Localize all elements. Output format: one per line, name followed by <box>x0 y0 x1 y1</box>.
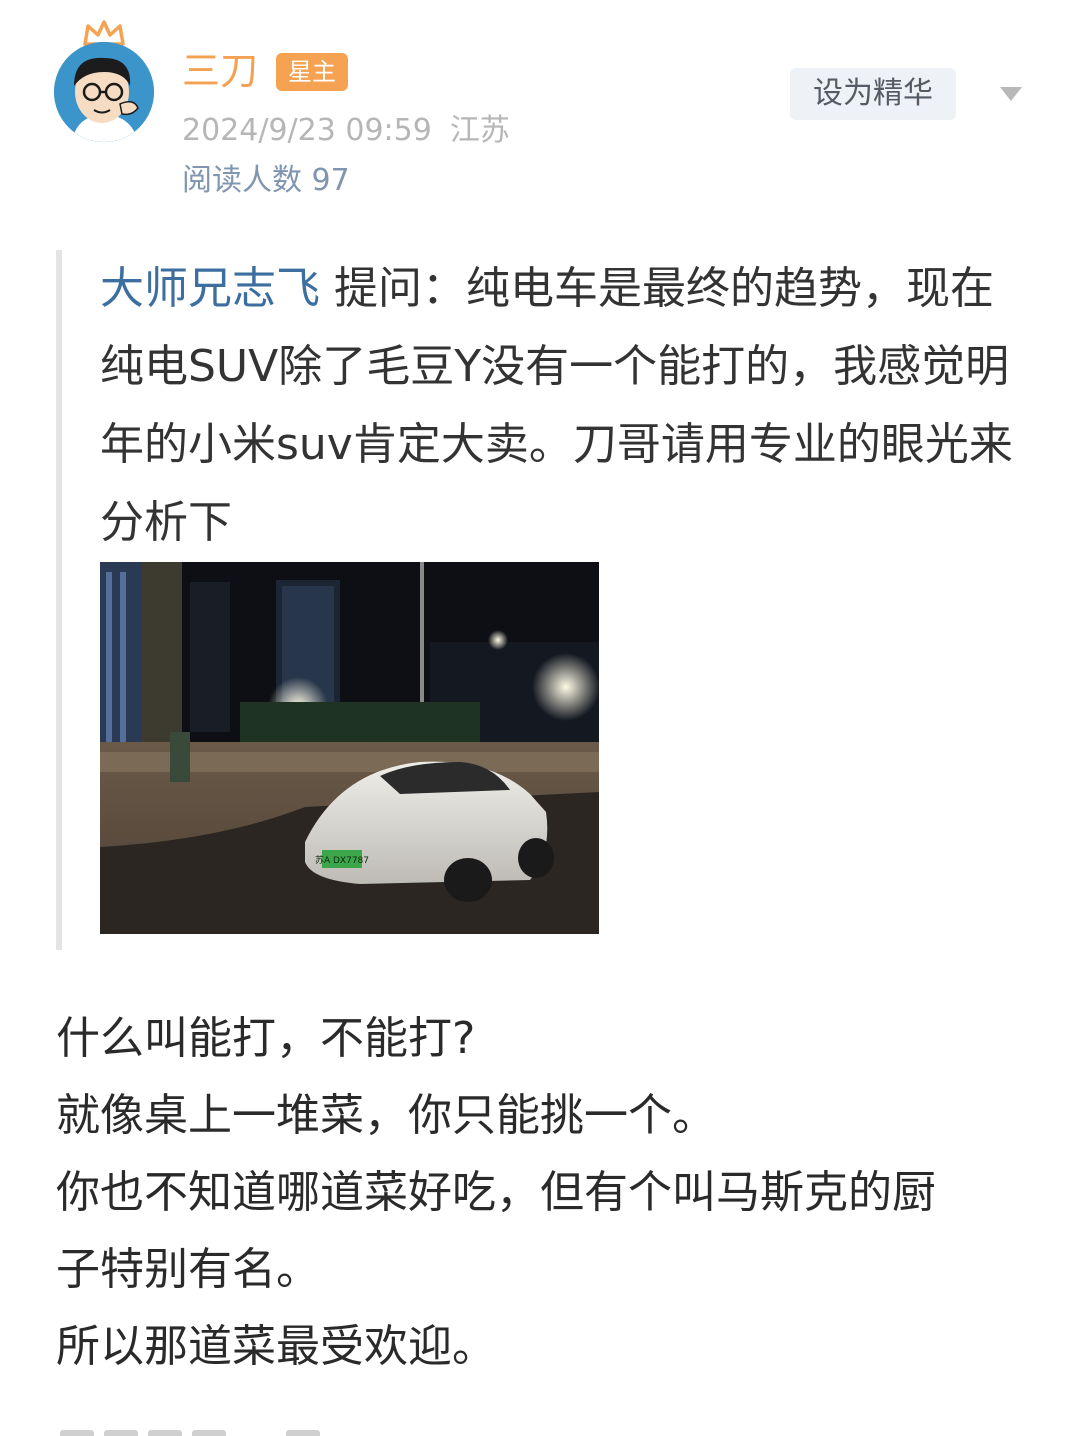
cut-off-glyph <box>60 1430 94 1436</box>
author-name[interactable]: 三刀 <box>182 48 258 94</box>
owner-badge: 星主 <box>276 53 348 91</box>
answer-line: 子特别有名。 <box>56 1244 320 1295</box>
question-photo[interactable]: 苏A DX7787 <box>100 562 599 934</box>
answer-line: 什么叫能打，不能打? <box>56 1013 476 1064</box>
plate-text: 苏A DX7787 <box>315 854 369 866</box>
cut-off-glyph <box>192 1430 226 1436</box>
answer-text: 什么叫能打，不能打? 就像桌上一堆菜，你只能挑一个。 你也不知道哪道菜好吃，但有… <box>56 1000 1036 1385</box>
asker-name[interactable]: 大师兄志飞 <box>100 263 320 314</box>
cut-off-glyph <box>286 1430 320 1436</box>
cut-off-text <box>56 1418 356 1436</box>
photo-icon: 苏A DX7787 <box>100 562 599 934</box>
avatar-image <box>54 42 154 142</box>
answer-line: 就像桌上一堆菜，你只能挑一个。 <box>56 1090 716 1141</box>
answer-line: 你也不知道哪道菜好吃，但有个叫马斯克的厨 <box>56 1167 936 1218</box>
post-datetime: 2024/9/23 09:59 <box>182 113 432 148</box>
cut-off-glyph <box>148 1430 182 1436</box>
read-count[interactable]: 阅读人数 97 <box>182 162 350 200</box>
avatar[interactable] <box>54 20 154 144</box>
chevron-down-icon[interactable] <box>998 84 1024 104</box>
cut-off-glyph <box>104 1430 138 1436</box>
answer-line: 所以那道菜最受欢迎。 <box>56 1321 496 1372</box>
set-digest-button[interactable]: 设为精华 <box>790 68 956 120</box>
question-quote: 大师兄志飞 提问：纯电车是最终的趋势，现在纯电SUV除了毛豆Y没有一个能打的，我… <box>56 250 1032 950</box>
post-meta: 2024/9/23 09:59 江苏 <box>182 112 510 150</box>
question-text: 大师兄志飞 提问：纯电车是最终的趋势，现在纯电SUV除了毛豆Y没有一个能打的，我… <box>100 250 1034 562</box>
post-location: 江苏 <box>449 113 510 148</box>
